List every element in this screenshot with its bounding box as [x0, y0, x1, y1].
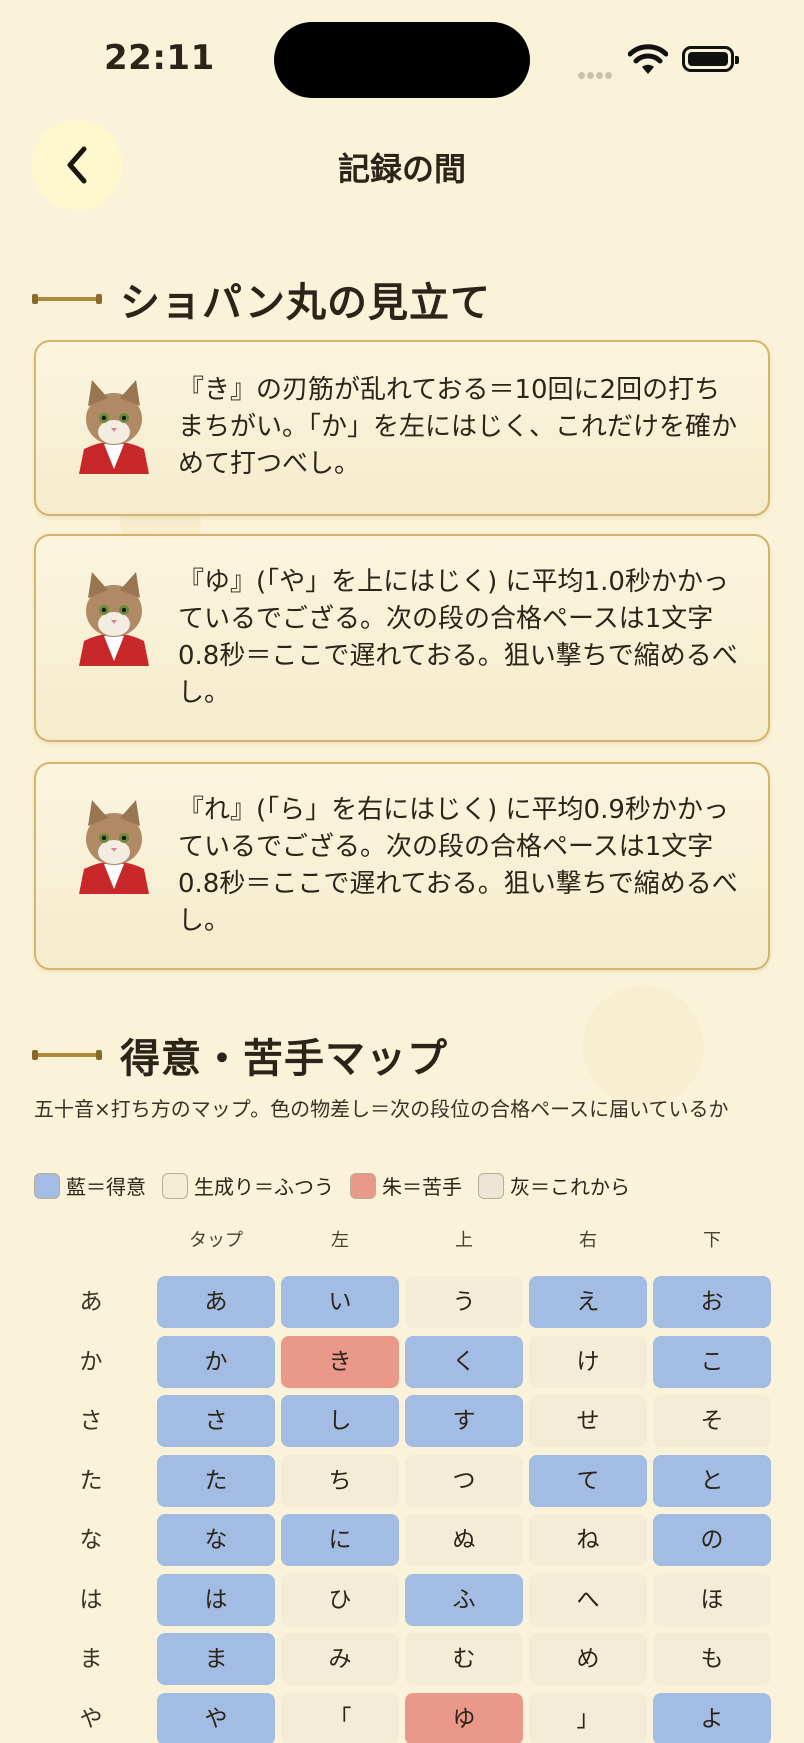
legend-swatch: [34, 1172, 60, 1199]
legend-label: 灰＝これから: [510, 1175, 630, 1199]
battery-icon: [682, 46, 739, 72]
row-label: あ: [79, 1289, 103, 1315]
advice-section-header: ショパン丸の見立て: [32, 270, 491, 328]
kana-cell[interactable]: へ: [529, 1573, 647, 1626]
kana-cell[interactable]: く: [405, 1335, 523, 1388]
row-label: な: [79, 1527, 103, 1553]
legend-item-untested: 灰＝これから: [478, 1171, 630, 1200]
kana-cell[interactable]: す: [405, 1395, 523, 1447]
kana-cell[interactable]: ふ: [405, 1573, 523, 1626]
kana-cell[interactable]: た: [157, 1454, 275, 1507]
advice-text: 『ゆ』(「や」を上にはじく) に平均1.0秒かかっているでござる。次の段の合格ペ…: [178, 567, 738, 708]
column-header: 右: [579, 1230, 597, 1251]
brush-ornament-icon: [32, 1050, 102, 1060]
cat-samurai-avatar-icon: [79, 800, 149, 894]
advice-card: 『ゆ』(「や」を上にはじく) に平均1.0秒かかっているでござる。次の段の合格ペ…: [34, 534, 770, 742]
kana-cell[interactable]: ま: [157, 1633, 275, 1685]
kana-cell[interactable]: さ: [157, 1395, 275, 1447]
kana-cell[interactable]: に: [281, 1514, 399, 1566]
cat-samurai-avatar-icon: [79, 380, 149, 474]
status-time: 22:11: [104, 38, 215, 78]
kana-cell[interactable]: ゆ: [405, 1692, 523, 1743]
kana-cell[interactable]: や: [157, 1692, 275, 1743]
kana-cell[interactable]: み: [281, 1633, 399, 1685]
kana-cell[interactable]: し: [281, 1395, 399, 1447]
legend-label: 朱＝苦手: [382, 1175, 462, 1199]
kana-cell[interactable]: て: [529, 1454, 647, 1507]
kana-cell[interactable]: お: [653, 1276, 771, 1328]
legend-item-good: 藍＝得意: [34, 1171, 146, 1200]
row-label: や: [79, 1705, 103, 1732]
map-description: 五十音×打ち方のマップ。色の物差し＝次の段位の合格ペースに届いているか: [34, 1097, 729, 1121]
status-bar: 22:11: [0, 0, 804, 120]
kana-cell[interactable]: む: [405, 1633, 523, 1685]
kana-cell[interactable]: 「: [281, 1692, 399, 1743]
kana-cell[interactable]: ほ: [653, 1573, 771, 1626]
kana-cell[interactable]: と: [653, 1454, 771, 1507]
legend-item-weak: 朱＝苦手: [350, 1171, 462, 1200]
kana-cell[interactable]: せ: [529, 1395, 647, 1447]
wifi-icon: [628, 44, 668, 74]
legend-swatch: [162, 1172, 188, 1199]
kana-cell[interactable]: つ: [405, 1454, 523, 1507]
kana-cell[interactable]: そ: [653, 1395, 771, 1447]
kana-cell[interactable]: の: [653, 1514, 771, 1566]
map-section-header: 得意・苦手マップ: [32, 1026, 448, 1084]
map-section-title: 得意・苦手マップ: [120, 1035, 448, 1082]
legend-label: 藍＝得意: [66, 1175, 146, 1199]
kana-cell[interactable]: よ: [653, 1692, 771, 1743]
row-label: さ: [79, 1408, 103, 1434]
advice-card: 『れ』(「ら」を右にはじく) に平均0.9秒かかっているでござる。次の段の合格ペ…: [34, 762, 770, 970]
kana-cell[interactable]: な: [157, 1514, 275, 1566]
kana-cell[interactable]: ね: [529, 1514, 647, 1566]
kana-cell[interactable]: う: [405, 1276, 523, 1328]
kana-cell[interactable]: も: [653, 1633, 771, 1685]
kana-cell[interactable]: 」: [529, 1692, 647, 1743]
brush-ornament-icon: [32, 294, 102, 304]
kana-cell[interactable]: こ: [653, 1335, 771, 1388]
kana-cell[interactable]: い: [281, 1276, 399, 1328]
dynamic-island: [274, 22, 530, 98]
row-label: た: [79, 1467, 103, 1494]
advice-section-title: ショパン丸の見立て: [120, 279, 491, 326]
kana-cell[interactable]: か: [157, 1335, 275, 1388]
legend-item-normal: 生成り＝ふつう: [162, 1171, 334, 1200]
advice-card: 『き』の刃筋が乱れておる＝10回に2回の打ちまちがい。「か」を左にはじく、これだ…: [34, 340, 770, 516]
column-header: 上: [455, 1230, 473, 1251]
legend-swatch: [478, 1172, 504, 1199]
cellular-signal-icon: [578, 64, 614, 83]
row-label: は: [79, 1586, 103, 1613]
column-header: タップ: [189, 1230, 243, 1251]
page-title: 記録の間: [337, 150, 466, 188]
kana-cell[interactable]: あ: [157, 1276, 275, 1328]
map-legend: 藍＝得意 生成り＝ふつう 朱＝苦手 灰＝これから: [34, 1171, 646, 1200]
cat-samurai-avatar-icon: [79, 572, 149, 666]
kana-cell[interactable]: は: [157, 1573, 275, 1626]
legend-label: 生成り＝ふつう: [194, 1175, 334, 1199]
column-header: 左: [331, 1230, 349, 1251]
kana-cell[interactable]: け: [529, 1335, 647, 1388]
kana-cell[interactable]: き: [281, 1335, 399, 1388]
kana-cell[interactable]: め: [529, 1633, 647, 1685]
legend-swatch: [350, 1172, 376, 1199]
row-label: か: [79, 1348, 103, 1375]
kana-cell[interactable]: ぬ: [405, 1514, 523, 1566]
column-header: 下: [703, 1230, 721, 1251]
advice-text: 『れ』(「ら」を右にはじく) に平均0.9秒かかっているでござる。次の段の合格ペ…: [178, 795, 738, 936]
row-label: ま: [79, 1646, 103, 1672]
kana-cell[interactable]: ち: [281, 1454, 399, 1507]
advice-text: 『き』の刃筋が乱れておる＝10回に2回の打ちまちがい。「か」を左にはじく、これだ…: [178, 375, 738, 479]
kana-cell[interactable]: ひ: [281, 1573, 399, 1626]
kana-cell[interactable]: え: [529, 1276, 647, 1328]
